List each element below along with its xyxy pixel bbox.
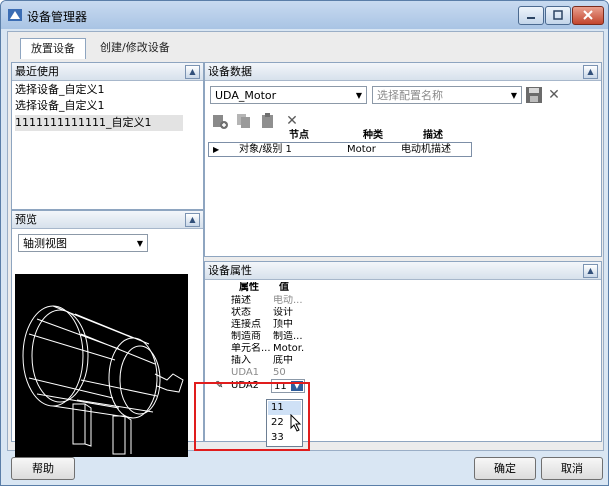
floppy-shape — [526, 87, 542, 103]
prop-name: 插入 — [231, 355, 251, 366]
prop-value[interactable]: 制造... — [273, 331, 305, 343]
prop-value[interactable]: 50 — [273, 367, 305, 379]
node-cell[interactable]: 对象/级别 1 — [239, 143, 292, 156]
copy-icon[interactable] — [235, 112, 253, 130]
recent-title: 最近使用 — [15, 65, 59, 78]
tab-create-modify-device[interactable]: 创建/修改设备 — [90, 38, 180, 58]
prop-name: 连接点 — [231, 319, 261, 330]
paste-shape — [262, 113, 273, 128]
title-bar[interactable]: 设备管理器 — [1, 1, 608, 29]
row-selector-icon: ▶ — [213, 145, 220, 154]
help-button[interactable]: 帮助 — [11, 457, 75, 480]
prop-name: 描述 — [231, 295, 251, 306]
prop-col-attr: 属性 — [239, 282, 259, 293]
prop-value[interactable]: 电动... — [273, 295, 305, 307]
chevron-down-icon: ▼ — [136, 239, 143, 248]
close-button[interactable] — [572, 6, 604, 25]
prop-value[interactable]: 顶中 — [273, 319, 305, 331]
prop-col-value: 值 — [279, 282, 289, 293]
recent-header: 最近使用 ▲ — [12, 63, 203, 81]
chevron-down-icon: ▼ — [355, 91, 362, 100]
device-data-header: 设备数据 ▲ — [205, 63, 601, 81]
prop-name: 状态 — [231, 307, 251, 318]
app-icon — [8, 9, 22, 21]
prop-name: 制造商 — [231, 331, 261, 342]
column-header-kind[interactable]: 种类 — [363, 129, 383, 142]
properties-header: 设备属性 ▲ — [205, 262, 601, 280]
maximize-button[interactable] — [545, 6, 571, 25]
table-row[interactable]: ▶ 对象/级别 1 Motor 电动机描述 — [208, 142, 472, 157]
window-title: 设备管理器 — [27, 10, 88, 24]
preview-panel: 预览 ▲ 轴测视图 ▼ — [11, 210, 204, 457]
cancel-button[interactable]: 取消 — [541, 457, 603, 480]
desc-cell[interactable]: 电动机描述 — [401, 143, 451, 156]
config-name-select[interactable]: 选择配置名称 ▼ — [372, 86, 522, 104]
minimize-icon — [527, 17, 535, 19]
add-node-icon[interactable] — [211, 112, 229, 130]
motor-wireframe — [22, 305, 184, 455]
save-icon[interactable] — [525, 86, 543, 104]
tab-place-device[interactable]: 放置设备 — [20, 38, 86, 59]
remove-icon[interactable]: ✕ — [283, 112, 301, 130]
highlight-box — [194, 382, 310, 451]
prop-name: 单元名... — [231, 343, 271, 354]
recent-panel: 最近使用 ▲ 选择设备_自定义1 选择设备_自定义1 1111111111111… — [11, 62, 204, 210]
paste-icon[interactable] — [259, 112, 277, 130]
pin-icon[interactable]: ▲ — [185, 65, 200, 79]
device-data-title: 设备数据 — [208, 65, 252, 78]
column-header-node[interactable]: 节点 — [289, 129, 309, 142]
add-node-shape — [213, 115, 228, 129]
minimize-button[interactable] — [518, 6, 544, 25]
pin-icon[interactable]: ▲ — [583, 264, 598, 278]
close-icon — [583, 10, 593, 20]
ok-button[interactable]: 确定 — [474, 457, 536, 480]
recent-item[interactable]: 1111111111111_自定义1 — [15, 115, 183, 131]
recent-item[interactable]: 选择设备_自定义1 — [15, 82, 105, 98]
device-data-panel: 设备数据 ▲ UDA_Motor ▼ 选择配置名称 ▼ ✕ ✕ 节点 种类 描述… — [204, 62, 602, 257]
copy-shape — [237, 114, 250, 128]
properties-title: 设备属性 — [208, 264, 252, 277]
preview-header: 预览 ▲ — [12, 211, 203, 229]
prop-value[interactable]: 底中 — [273, 355, 305, 367]
column-header-desc[interactable]: 描述 — [423, 129, 443, 142]
device-select[interactable]: UDA_Motor ▼ — [210, 86, 367, 104]
preview-canvas — [15, 274, 188, 457]
pin-icon[interactable]: ▲ — [583, 65, 598, 79]
prop-value[interactable]: 设计 — [273, 307, 305, 319]
delete-icon[interactable]: ✕ — [545, 86, 563, 104]
maximize-icon — [553, 10, 563, 20]
view-select[interactable]: 轴测视图 ▼ — [18, 234, 148, 252]
preview-title: 预览 — [15, 213, 37, 226]
recent-item[interactable]: 选择设备_自定义1 — [15, 98, 105, 114]
chevron-down-icon: ▼ — [510, 91, 517, 100]
prop-name: UDA1 — [231, 367, 260, 378]
pin-icon[interactable]: ▲ — [185, 213, 200, 227]
device-manager-window: 设备管理器 放置设备 创建/修改设备 最近使用 ▲ 选择设备_自定义1 选择设备… — [0, 0, 609, 486]
kind-cell[interactable]: Motor — [347, 143, 376, 156]
prop-value[interactable]: Motor... — [273, 343, 305, 355]
